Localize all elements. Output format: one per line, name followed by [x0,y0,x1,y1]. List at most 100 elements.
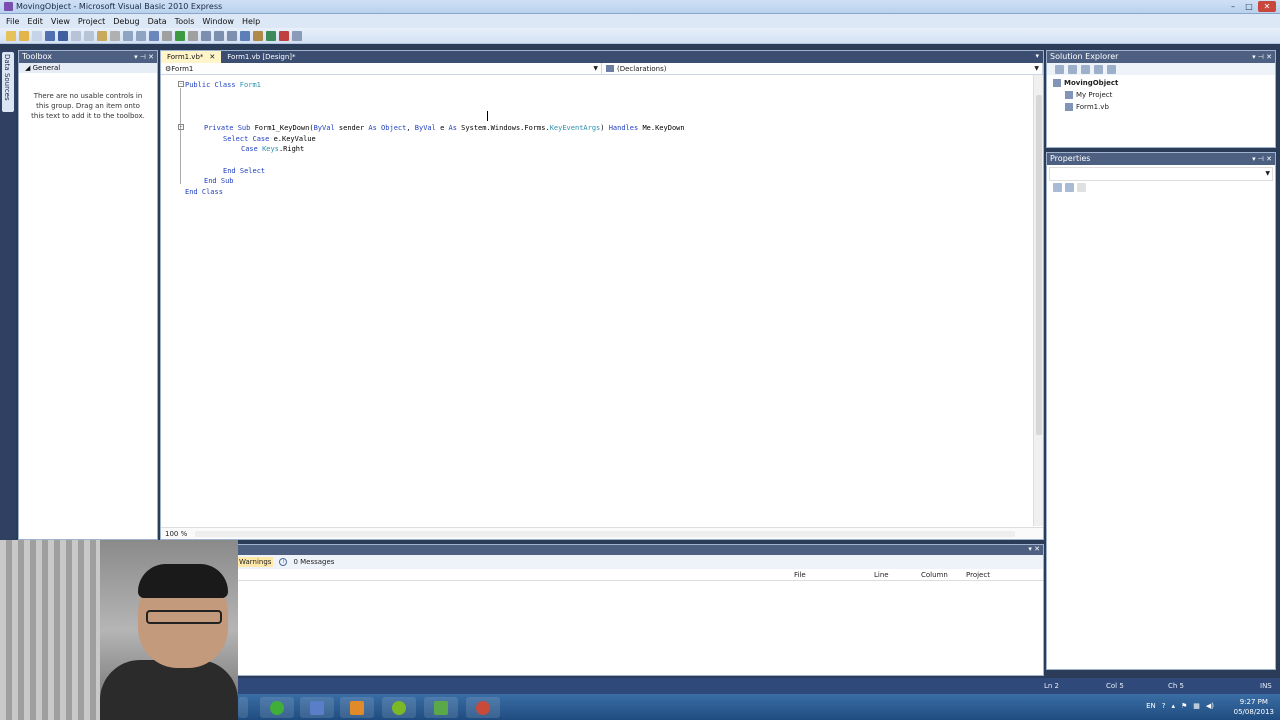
properties-panel: Properties ▾ ⊣ ✕ ▼ [1046,152,1276,670]
menu-edit[interactable]: Edit [23,17,47,26]
recorder-app-button[interactable] [466,697,500,718]
fold-toggle-icon[interactable]: − [178,81,184,87]
presenter-glasses [146,610,222,624]
vertical-scrollbar[interactable] [1033,75,1043,526]
language-indicator[interactable]: EN [1146,702,1156,710]
data-sources-tab[interactable]: Data Sources [2,52,14,112]
volume-icon[interactable]: ◀) [1206,702,1214,710]
find-icon[interactable] [110,30,120,41]
new-project-icon[interactable] [6,30,16,41]
maximize-button[interactable]: □ [1242,1,1256,12]
code-text-area[interactable]: − − Public Class Form1 Private Sub Form1… [161,75,1043,526]
object-selector-dropdown[interactable]: ▼ [1049,167,1273,181]
tab-list-dropdown-icon[interactable]: ▾ [1035,52,1039,60]
save-all-icon[interactable] [58,30,68,41]
scrollbar-thumb[interactable] [1036,95,1042,435]
messages-filter-button[interactable]: 0 Messages [293,558,334,566]
column-file[interactable]: File [794,571,806,579]
tab-form1-vb[interactable]: Form1.vb* ✕ [161,51,222,63]
panel-pin-close-icons[interactable]: ▾ ⊣ ✕ [1252,51,1272,63]
categorized-icon[interactable] [1053,183,1062,192]
toolbox-group-general[interactable]: ◢ General [19,63,157,73]
property-pages-icon[interactable] [1077,183,1086,192]
comment-icon[interactable] [123,30,133,41]
show-all-files-icon[interactable] [1068,64,1077,74]
menu-tools[interactable]: Tools [171,17,199,26]
properties-icon[interactable] [1055,64,1064,74]
step-out-icon[interactable] [227,30,237,41]
view-designer-icon[interactable] [1107,64,1116,74]
code-line: End Select [223,167,266,175]
properties-icon[interactable] [253,30,263,41]
refresh-icon[interactable] [1081,64,1090,74]
zoom-dropdown[interactable]: 100 % [165,530,187,538]
copy-icon[interactable] [84,30,94,41]
network-icon[interactable]: ▦ [1193,702,1200,710]
properties-header: Properties ▾ ⊣ ✕ [1047,153,1275,165]
show-hidden-icons[interactable]: ▴ [1171,702,1175,710]
menu-debug[interactable]: Debug [109,17,143,26]
column-line[interactable]: Line [874,571,889,579]
toolbox-icon[interactable] [279,30,289,41]
menu-file[interactable]: File [2,17,23,26]
taskbar-app-partial[interactable] [238,697,248,718]
undo-icon[interactable] [149,30,159,41]
tree-item-form1[interactable]: Form1.vb [1053,101,1275,113]
taskbar-clock[interactable]: 9:27 PM 05/08/2013 [1234,697,1274,717]
flag-icon[interactable]: ⚑ [1181,702,1187,710]
warnings-filter-button[interactable]: Warnings [237,557,274,567]
open-icon[interactable] [19,30,29,41]
menu-view[interactable]: View [47,17,74,26]
tree-item-project[interactable]: MovingObject [1053,77,1275,89]
solution-explorer-header: Solution Explorer ▾ ⊣ ✕ [1047,51,1275,63]
panel-pin-close-icons[interactable]: ▾ ✕ [1028,545,1040,553]
column-project[interactable]: Project [966,571,990,579]
code-line: Select Case e.KeyValue [223,135,316,143]
add-item-icon[interactable] [32,30,42,41]
background-curtain [0,540,100,720]
panel-pin-close-icons[interactable]: ▾ ⊣ ✕ [1252,153,1272,165]
menu-data[interactable]: Data [144,17,171,26]
paste-icon[interactable] [97,30,107,41]
step-into-icon[interactable] [201,30,211,41]
menu-bar: File Edit View Project Debug Data Tools … [0,14,1280,28]
utorrent-app-button[interactable] [260,697,294,718]
menu-window[interactable]: Window [198,17,238,26]
tree-item-my-project[interactable]: My Project [1053,89,1275,101]
evernote-icon [434,700,448,715]
start-debugging-icon[interactable] [175,30,185,41]
column-column[interactable]: Column [921,571,948,579]
window-controls: – □ ✕ [1226,1,1276,12]
stop-icon[interactable] [188,30,198,41]
close-button[interactable]: ✕ [1258,1,1276,12]
toolbox-title: Toolbox [22,52,52,61]
extensions-icon[interactable] [292,30,302,41]
help-icon[interactable]: ? [1162,702,1166,710]
error-list-filters: Warnings i 0 Messages [161,555,1043,569]
webcam-overlay [0,540,238,720]
object-browser-icon[interactable] [266,30,276,41]
cut-icon[interactable] [71,30,81,41]
visual-basic-app-button[interactable] [300,697,334,718]
view-code-icon[interactable] [1094,64,1103,74]
solution-explorer-icon[interactable] [240,30,250,41]
evernote-app-button[interactable] [424,697,458,718]
menu-project[interactable]: Project [74,17,109,26]
tab-form1-design[interactable]: Form1.vb [Design]* [221,51,301,63]
alphabetical-icon[interactable] [1065,183,1074,192]
panel-pin-close-icons[interactable]: ▾ ⊣ ✕ [134,51,154,63]
paint-app-button[interactable] [340,697,374,718]
minimize-button[interactable]: – [1226,1,1240,12]
redo-icon[interactable] [162,30,172,41]
horizontal-scrollbar[interactable] [195,530,1016,537]
close-tab-icon[interactable]: ✕ [209,53,215,61]
toolbox-empty-message: There are no usable controls in this gro… [31,92,145,120]
method-name-dropdown[interactable]: (Declarations) ▼ [602,63,1043,74]
step-over-icon[interactable] [214,30,224,41]
save-icon[interactable] [45,30,55,41]
uncomment-icon[interactable] [136,30,146,41]
menu-help[interactable]: Help [238,17,264,26]
spotify-app-button[interactable] [382,697,416,718]
fold-toggle-icon[interactable]: − [178,124,184,130]
class-name-dropdown[interactable]: ⚙ Form1 ▼ [161,63,602,74]
